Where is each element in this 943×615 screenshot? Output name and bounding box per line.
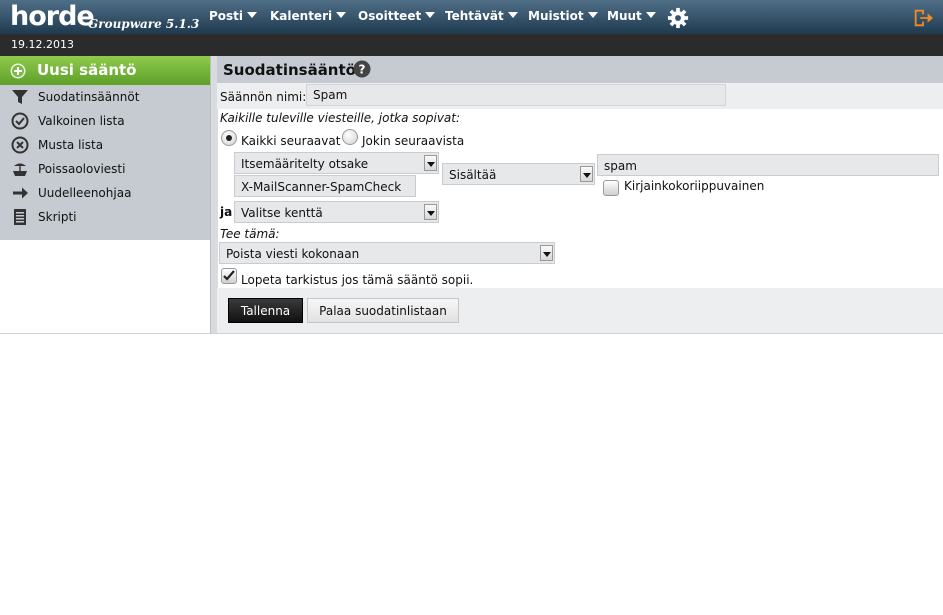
sidebar-item-label: Skripti	[38, 210, 77, 224]
current-date: 19.12.2013	[11, 38, 74, 51]
menu-label: Muistiot	[528, 9, 584, 23]
app-version: Groupware 5.1.3	[88, 17, 200, 31]
select-value: Sisältää	[449, 168, 497, 182]
save-button[interactable]: Tallenna	[228, 298, 303, 323]
condition-field-select[interactable]: Itsemääritelty otsake	[234, 152, 439, 174]
match-all-label[interactable]: Kaikki seuraavat	[241, 134, 340, 148]
chevron-down-icon	[645, 12, 656, 18]
match-all-radio[interactable]	[221, 130, 237, 146]
back-to-filters-button[interactable]: Palaa suodatinlistaan	[307, 298, 459, 323]
chevron-down-icon	[425, 12, 436, 18]
top-bar: horde Groupware 5.1.3 Posti Kalenteri Os…	[0, 0, 943, 34]
chevron-down-icon	[587, 12, 598, 18]
horde-logo[interactable]: horde	[10, 1, 95, 32]
menu-tehtavat[interactable]: Tehtävät	[445, 9, 518, 23]
vacation-icon	[13, 163, 27, 176]
help-icon[interactable]: ?	[353, 60, 371, 78]
dropdown-arrow-icon	[580, 166, 593, 182]
funnel-icon	[12, 90, 28, 104]
case-sensitive-label[interactable]: Kirjainkokoriippuvainen	[624, 179, 764, 193]
menu-osoitteet[interactable]: Osoitteet	[358, 9, 436, 23]
svg-text:?: ?	[359, 63, 366, 77]
page-title: Suodatinsääntö	[223, 61, 356, 79]
stop-checkbox[interactable]	[221, 268, 237, 284]
match-intro: Kaikille tuleville viesteille, jotka sop…	[220, 111, 461, 125]
dropdown-arrow-icon	[424, 155, 437, 171]
sidebar-item-whitelist[interactable]: Valkoinen lista	[0, 109, 210, 133]
sidebar-item-forward[interactable]: Uudelleenohjaa	[0, 181, 210, 205]
action-intro: Tee tämä:	[220, 227, 280, 241]
condition-operator-select[interactable]: Sisältää	[442, 163, 595, 185]
menu-label: Posti	[209, 9, 244, 23]
chevron-down-icon	[336, 12, 347, 18]
sidebar-item-label: Musta lista	[38, 138, 104, 152]
new-rule-button[interactable]: Uusi sääntö	[0, 56, 210, 85]
sidebar-item-blacklist[interactable]: Musta lista	[0, 133, 210, 157]
sidebar-item-script[interactable]: Skripti	[0, 205, 210, 229]
menu-label: Muut	[607, 9, 642, 23]
menu-label: Tehtävät	[445, 9, 504, 23]
gear-icon[interactable]	[667, 7, 689, 29]
select-value: Poista viesti kokonaan	[226, 247, 360, 261]
chevron-down-icon	[507, 12, 518, 18]
checkmark-icon	[223, 270, 235, 281]
sidebar-item-label: Uudelleenohjaa	[38, 186, 132, 200]
select-value: Itsemääritelty otsake	[241, 157, 369, 171]
add-icon	[10, 63, 26, 79]
condition-value-input[interactable]: spam	[597, 154, 939, 176]
sidebar-item-label: Valkoinen lista	[38, 114, 125, 128]
menu-kalenteri[interactable]: Kalenteri	[270, 9, 347, 23]
new-rule-label: Uusi sääntö	[37, 61, 137, 79]
dropdown-arrow-icon	[424, 204, 437, 220]
case-sensitive-checkbox[interactable]	[603, 180, 619, 196]
action-select[interactable]: Poista viesti kokonaan	[219, 242, 555, 264]
match-any-label[interactable]: Jokin seuraavista	[362, 134, 464, 148]
logout-icon[interactable]	[912, 7, 934, 29]
menu-muistiot[interactable]: Muistiot	[528, 9, 598, 23]
select-value: Valitse kenttä	[241, 206, 323, 220]
rule-name-row: Säännön nimi:	[217, 83, 943, 109]
menu-posti[interactable]: Posti	[209, 9, 258, 23]
sidebar-item-vacation[interactable]: Poissaoloviesti	[0, 157, 210, 181]
arrow-right-icon	[13, 187, 28, 199]
sidebar-item-label: Suodatinsäännöt	[38, 90, 140, 104]
check-circle-icon	[11, 112, 29, 130]
custom-header-input[interactable]: X-MailScanner-SpamCheck	[234, 175, 416, 197]
date-bar: 19.12.2013	[0, 34, 943, 56]
menu-muut[interactable]: Muut	[607, 9, 656, 23]
rule-name-input[interactable]	[306, 84, 726, 106]
next-field-select[interactable]: Valitse kenttä	[234, 201, 439, 223]
chevron-down-icon	[247, 12, 258, 18]
sidebar-item-filters[interactable]: Suodatinsäännöt	[0, 85, 210, 109]
menu-label: Osoitteet	[358, 9, 422, 23]
script-icon	[14, 209, 26, 225]
menu-label: Kalenteri	[270, 9, 333, 23]
dropdown-arrow-icon	[540, 245, 553, 261]
page-header: Suodatinsääntö ?	[217, 56, 943, 83]
and-label: ja	[220, 205, 233, 219]
sidebar-item-label: Poissaoloviesti	[38, 162, 126, 176]
divider	[0, 333, 943, 334]
rule-name-label: Säännön nimi:	[220, 90, 307, 104]
stop-label[interactable]: Lopeta tarkistus jos tämä sääntö sopii.	[241, 273, 473, 287]
match-any-radio[interactable]	[342, 129, 358, 145]
sidebar: Uusi sääntö Suodatinsäännöt Valkoinen li…	[0, 56, 210, 240]
x-circle-icon	[11, 136, 29, 154]
